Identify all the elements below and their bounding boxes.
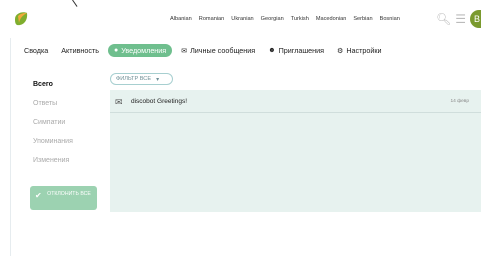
filter-dropdown[interactable]: ФИЛЬТР ВСЕ ▾	[110, 73, 173, 85]
sidebar-item-mentions[interactable]: Упоминания	[33, 137, 73, 156]
comment-icon: ●	[114, 47, 119, 54]
envelope-icon: ✉	[181, 47, 188, 55]
sidebar-item-likes[interactable]: Симпатии	[33, 118, 73, 137]
dismiss-label: ОТКЛОНИТЬ ВСЕ	[47, 191, 91, 197]
notification-date: 14 февр	[450, 99, 470, 104]
language-link[interactable]: Romanian	[199, 16, 225, 22]
tab-label: Приглашения	[278, 46, 325, 55]
check-icon: ✔	[35, 191, 42, 200]
dismiss-all-button[interactable]: ✔ ОТКЛОНИТЬ ВСЕ	[30, 186, 97, 210]
tab-label: Настройки	[346, 46, 382, 55]
user-plus-icon: ☻	[268, 47, 276, 54]
language-link[interactable]: Macedonian	[316, 16, 346, 22]
divider	[72, 0, 78, 7]
envelope-icon: ✉	[115, 97, 123, 107]
notification-row[interactable]: ✉ discobot Greetings! 14 февр	[110, 92, 481, 113]
tab-label: Активность	[61, 46, 100, 55]
language-link[interactable]: Georgian	[261, 16, 284, 22]
gear-icon: ⚙	[337, 47, 344, 55]
filter-label: ФИЛЬТР	[116, 76, 139, 82]
user-nav-tabs: Сводка Активность ● Уведомления ✉ Личные с…	[20, 44, 386, 57]
sidebar-item-all[interactable]: Всего	[33, 80, 73, 99]
tab-messages[interactable]: ✉ Личные сообщения	[177, 44, 259, 57]
content-border	[10, 38, 11, 256]
caret-down-icon: ▾	[156, 76, 160, 83]
sidebar-item-replies[interactable]: Ответы	[33, 99, 73, 118]
language-link[interactable]: Bosnian	[380, 16, 400, 22]
language-link[interactable]: Ukranian	[231, 16, 253, 22]
notification-filter-sidebar: Всего Ответы Симпатии Упоминания Изменен…	[33, 80, 73, 175]
tab-label: Сводка	[24, 46, 49, 55]
filter-value: ВСЕ	[139, 76, 152, 82]
tab-notifications[interactable]: ● Уведомления	[108, 44, 173, 57]
sidebar-item-edits[interactable]: Изменения	[33, 156, 73, 175]
notification-text: discobot Greetings!	[131, 98, 188, 105]
header-icons: 🔍︎ ☰ B	[436, 10, 481, 28]
language-link[interactable]: Albanian	[170, 16, 192, 22]
top-bar: Albanian Romanian Ukranian Georgian Turk…	[0, 0, 481, 38]
tab-label: Личные сообщения	[190, 46, 256, 55]
avatar[interactable]: B	[470, 10, 481, 28]
search-icon[interactable]: 🔍︎	[436, 13, 451, 25]
site-logo[interactable]	[11, 9, 31, 29]
tab-activity[interactable]: Активность	[57, 44, 103, 57]
tab-invites[interactable]: ☻ Приглашения	[264, 44, 328, 57]
tab-summary[interactable]: Сводка	[20, 44, 52, 57]
language-list: Albanian Romanian Ukranian Georgian Turk…	[170, 16, 400, 22]
tab-settings[interactable]: ⚙ Настройки	[333, 44, 386, 57]
language-link[interactable]: Turkish	[291, 16, 309, 22]
hamburger-menu-icon[interactable]: ☰	[455, 13, 466, 25]
language-link[interactable]: Serbian	[353, 16, 372, 22]
tab-label: Уведомления	[121, 46, 167, 55]
